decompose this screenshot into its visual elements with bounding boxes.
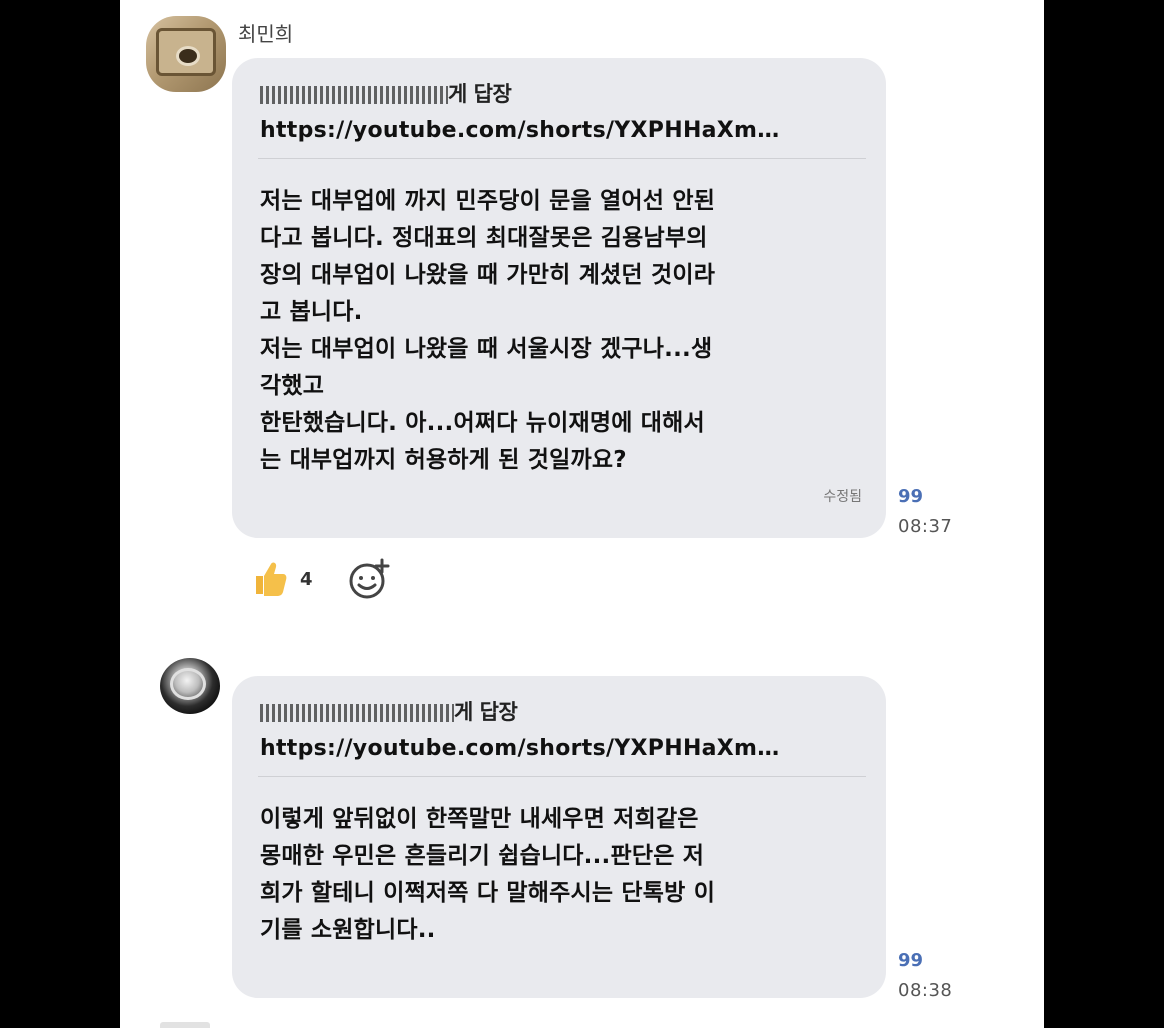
message-time: 08:37 [898, 516, 953, 537]
message-text: 저는 대부업에 까지 민주당이 문을 열어선 안된 다고 봅니다. 정대표의 최… [260, 188, 716, 473]
reply-header: 게 답장 [260, 78, 864, 108]
avatar-image [170, 668, 206, 700]
reply-label: 게 답장 [454, 700, 518, 724]
thumbs-up-icon[interactable] [252, 560, 288, 598]
reaction-bar: 4 [252, 556, 391, 602]
screen: 최민희 게 답장 https://youtube.com/shorts/YXPH… [0, 0, 1164, 1028]
sender-name: 최민희 [238, 22, 294, 46]
avatar[interactable] [160, 658, 220, 714]
avatar-detail [176, 46, 200, 66]
reaction-count: 4 [300, 568, 313, 590]
reply-author-redacted [260, 86, 448, 104]
avatar[interactable] [146, 16, 226, 92]
reply-link[interactable]: https://youtube.com/shorts/YXPHHaXm… [260, 736, 864, 761]
edited-label: 수정됨 [823, 489, 862, 505]
reply-label: 게 답장 [448, 82, 512, 106]
add-reaction-icon[interactable] [347, 557, 391, 601]
message-text: 이렇게 앞뒤없이 한쪽말만 내세우면 저희같은 몽매한 우민은 흔들리기 쉽습니… [260, 806, 716, 943]
message-bubble[interactable]: 게 답장 https://youtube.com/shorts/YXPHHaXm… [232, 676, 886, 998]
message-time: 08:38 [898, 980, 953, 1001]
reply-header: 게 답장 [260, 696, 864, 726]
message-bubble[interactable]: 게 답장 https://youtube.com/shorts/YXPHHaXm… [232, 58, 886, 538]
next-message-avatar [160, 1022, 210, 1028]
read-count: 99 [898, 486, 924, 507]
reply-author-redacted [260, 704, 454, 722]
reply-link[interactable]: https://youtube.com/shorts/YXPHHaXm… [260, 118, 864, 143]
read-count: 99 [898, 950, 924, 971]
